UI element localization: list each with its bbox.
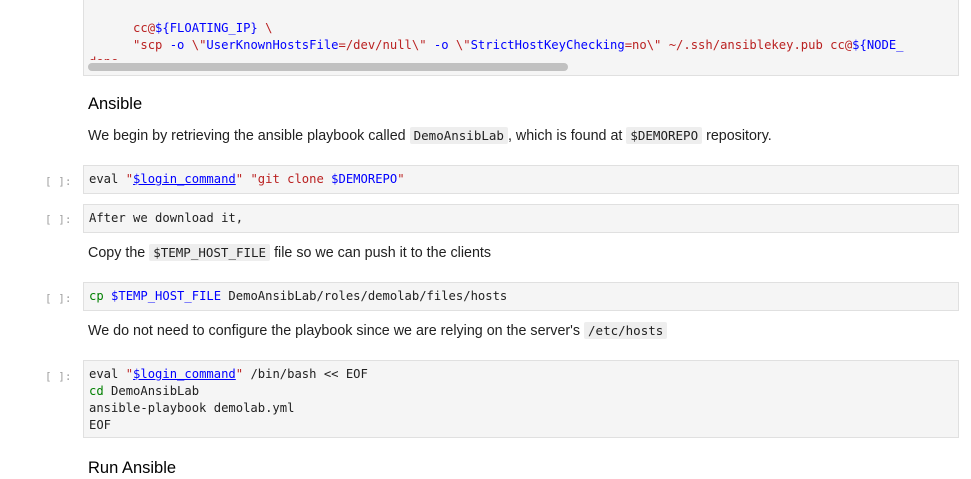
cp-cmd: cp [89, 289, 104, 303]
copy-code-tempfile: $TEMP_HOST_FILE [149, 244, 271, 261]
ansible-description: We begin by retrieving the ansible playb… [88, 127, 772, 144]
cc-line1-var: ${FLOATING_IP} [155, 21, 258, 35]
cc-line2-s3: \" [448, 38, 471, 52]
cc-line2-s2: =/dev/null\" [338, 38, 434, 52]
cc-line2-opt1: -o [169, 38, 185, 52]
cc-line2-key2: StrictHostKeyChecking [470, 38, 625, 52]
pb-eval: eval [89, 367, 126, 381]
cp-var: $TEMP_HOST_FILE [103, 289, 222, 303]
scrollbar-thumb[interactable] [88, 63, 568, 71]
cc-line2-q1: "scp [133, 38, 170, 52]
horizontal-scrollbar[interactable] [84, 60, 958, 74]
code-cell-playbook[interactable]: eval "$login_command" /bin/bash << EOF c… [83, 360, 959, 438]
config-description: We do not need to configure the playbook… [88, 322, 668, 339]
ansible-code-repo: $DEMOREPO [626, 127, 703, 144]
heading-run-ansible: Run Ansible [88, 459, 177, 477]
pb-line4: EOF [89, 418, 112, 432]
copy-text-part1: Copy the [88, 245, 150, 261]
ansible-text-part1: We begin by retrieving the ansible playb… [88, 128, 410, 144]
git-q2: " [235, 172, 244, 186]
prompt-cp: [ ]: [45, 292, 72, 305]
pb-cd: cd [89, 384, 104, 398]
config-text-part1: We do not need to configure the playbook… [88, 323, 585, 339]
git-q3: " [397, 172, 405, 186]
prompt-download: [ ]: [45, 213, 72, 226]
cc-line2-s1: \" [184, 38, 207, 52]
cc-line2-key1: UserKnownHostsFile [206, 38, 339, 52]
code-cell-download[interactable]: After we download it, [83, 204, 959, 233]
git-q1: " [125, 172, 134, 186]
git-eval: eval [89, 172, 126, 186]
pb-q2: " [235, 367, 244, 381]
cc-line1-tail: \ [257, 21, 273, 35]
cp-rest: DemoAnsibLab/roles/demolab/files/hosts [221, 289, 508, 303]
cc-line1-user: cc@ [133, 21, 156, 35]
pb-var-login: $login_command [133, 367, 236, 381]
pb-line2-rest: DemoAnsibLab [103, 384, 200, 398]
code-cell-cp[interactable]: cp $TEMP_HOST_FILE DemoAnsibLab/roles/de… [83, 282, 959, 311]
ansible-text-part2: , which is found at [507, 128, 627, 144]
cc-line2-var: ${NODE_ [852, 38, 904, 52]
cc-line2-s4: =no\" ~/.ssh/ansiblekey.pub [624, 38, 831, 52]
cc-line2-user: cc@ [830, 38, 853, 52]
git-var-login: $login_command [133, 172, 236, 186]
copy-text-part2: file so we can push it to the clients [270, 245, 492, 261]
cc-line1-indent [89, 21, 133, 35]
cc-line2-opt2: -o [433, 38, 449, 52]
heading-ansible: Ansible [88, 95, 143, 113]
git-str-clone: "git clone [243, 172, 332, 186]
prompt-git: [ ]: [45, 175, 72, 188]
ansible-code-playbook: DemoAnsibLab [409, 127, 508, 144]
config-code-hosts: /etc/hosts [584, 322, 668, 339]
git-var-repo: $DEMOREPO [331, 172, 398, 186]
code-cell-git-clone[interactable]: eval "$login_command" "git clone $DEMORE… [83, 165, 959, 194]
download-text: After we download it, [89, 211, 244, 225]
prompt-playbook: [ ]: [45, 370, 72, 383]
cc-line2-indent [89, 38, 133, 52]
ansible-text-part3: repository. [702, 128, 772, 144]
pb-line1-rest: /bin/bash << EOF [243, 367, 368, 381]
pb-q1: " [125, 367, 134, 381]
pb-line3: ansible-playbook demolab.yml [89, 401, 295, 415]
copy-description: Copy the $TEMP_HOST_FILE file so we can … [88, 244, 492, 261]
